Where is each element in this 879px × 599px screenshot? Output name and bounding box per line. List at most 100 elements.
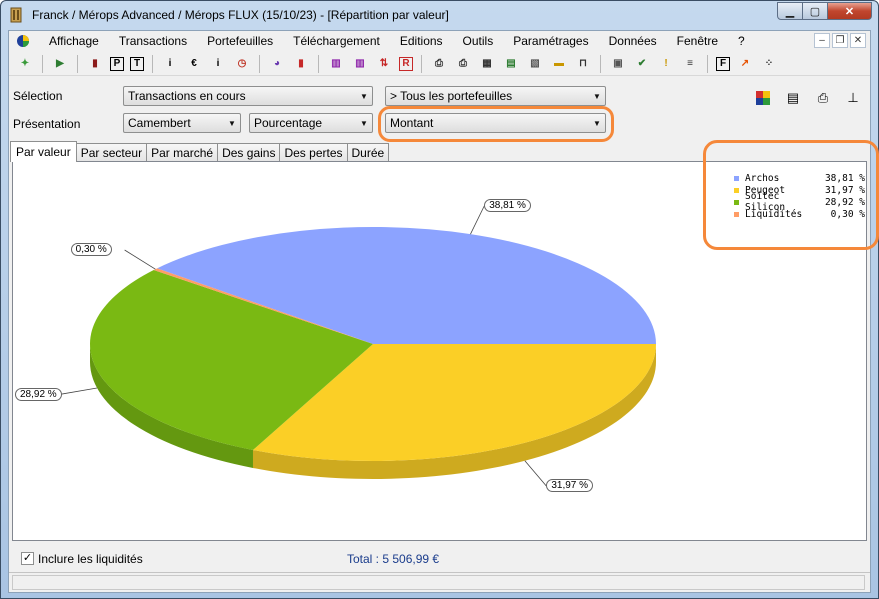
chart-panel: 38,81 % 31,97 % 28,92 % 0,30 % Archos 38,81 … bbox=[12, 140, 879, 541]
calc-icon[interactable]: ▣ bbox=[609, 55, 627, 73]
euro-icon[interactable]: € bbox=[185, 55, 203, 73]
chart-legend: Archos 38,81 % Peugeot 31,97 % Soitec Silico… bbox=[730, 172, 865, 220]
app-window: Franck / Mérops Advanced / Mérops FLUX (… bbox=[0, 0, 879, 599]
toolbar-separator bbox=[421, 54, 422, 73]
legend-swatch bbox=[734, 211, 739, 217]
pie-data-label: 0,30 % bbox=[70, 243, 112, 256]
total-amount: Total : 5 506,99 € bbox=[347, 552, 440, 566]
menu-item-3[interactable]: Téléchargement bbox=[283, 34, 390, 48]
legend-name: Archos bbox=[745, 172, 780, 184]
table-icon[interactable]: ▦ bbox=[478, 55, 496, 73]
check-icon[interactable]: ✔ bbox=[633, 55, 651, 73]
print-icon[interactable]: ⎙ bbox=[814, 89, 832, 107]
chart-type-select[interactable]: Camembert ▼ bbox=[123, 113, 241, 133]
updown-icon[interactable]: ⇅ bbox=[375, 55, 393, 73]
ruler-icon[interactable]: ▬ bbox=[550, 55, 568, 73]
legend-item: Archos 38,81 % bbox=[730, 172, 865, 184]
dots-icon[interactable]: ⁘ bbox=[760, 55, 778, 73]
pie-leader-line bbox=[58, 387, 98, 396]
menu-item-7[interactable]: Données bbox=[599, 34, 667, 48]
menu-item-8[interactable]: Fenêtre bbox=[667, 34, 728, 48]
mdi-minimize-button[interactable]: – bbox=[814, 33, 830, 48]
transactions-select[interactable]: Transactions en cours ▼ bbox=[123, 86, 373, 106]
image-icon[interactable]: ▧ bbox=[526, 55, 544, 73]
mdi-close-button[interactable]: ✕ bbox=[850, 33, 866, 48]
status-bar bbox=[9, 572, 870, 592]
title-bar[interactable]: Franck / Mérops Advanced / Mérops FLUX (… bbox=[1, 1, 878, 29]
selection-panel: Sélection Transactions en cours ▼ > Tous … bbox=[9, 81, 870, 142]
tab-1[interactable]: Par secteur bbox=[75, 143, 148, 162]
toolbar-separator bbox=[152, 54, 153, 73]
clock-icon[interactable]: ◷ bbox=[233, 55, 251, 73]
pie-icon[interactable]: ◕ bbox=[268, 55, 286, 73]
toolbar-separator bbox=[318, 54, 319, 73]
menu-item-9[interactable]: ? bbox=[728, 34, 755, 48]
chevron-down-icon: ▼ bbox=[228, 118, 236, 128]
detail-icon[interactable]: i bbox=[209, 55, 227, 73]
footer: ✓ Inclure les liquidités Total : 5 506,9… bbox=[9, 546, 870, 570]
toolbar-separator bbox=[77, 54, 78, 73]
annotation-highlight bbox=[378, 106, 614, 142]
presentation-label: Présentation bbox=[13, 117, 81, 131]
pie-data-label: 31,97 % bbox=[546, 479, 594, 493]
tab-0[interactable]: Par valeur bbox=[10, 141, 77, 162]
run-icon[interactable]: ▶ bbox=[51, 55, 69, 73]
mdi-restore-button[interactable]: ❐ bbox=[832, 33, 848, 48]
toolbar: ✦ ▶ ▮ P Ti € i ◷ ◕ ▮ ▥ ▥ ⇅ R ⎙ ⎙ ▦ ▤ ▧ ▬ ⊓ ▣ ✔! ≡ F ↗ ⁘ bbox=[9, 52, 870, 76]
tab-3[interactable]: Des gains bbox=[217, 143, 281, 162]
document-icon[interactable]: ▤ bbox=[784, 89, 802, 107]
legend-name: Liquidités bbox=[745, 208, 803, 220]
pie-leader-line bbox=[470, 205, 485, 235]
print2-icon[interactable]: ⎙ bbox=[454, 55, 472, 73]
chevron-down-icon: ▼ bbox=[360, 118, 368, 128]
maximize-button[interactable]: ▢ bbox=[803, 2, 828, 20]
menu-item-2[interactable]: Portefeuilles bbox=[197, 34, 283, 48]
list-icon[interactable]: ≡ bbox=[681, 55, 699, 73]
t-icon[interactable]: T bbox=[130, 56, 144, 71]
legend-value: 0,30 % bbox=[830, 208, 865, 220]
portfolio-select[interactable]: > Tous les portefeuilles ▼ bbox=[385, 86, 606, 106]
print-icon[interactable]: ⎙ bbox=[430, 55, 448, 73]
pie-leader-line bbox=[524, 460, 547, 487]
info-icon[interactable]: i bbox=[161, 55, 179, 73]
close-button[interactable]: ✕ bbox=[828, 2, 872, 20]
legend-value: 31,97 % bbox=[824, 184, 865, 196]
legend-swatch bbox=[734, 199, 739, 205]
book-icon[interactable]: ▮ bbox=[86, 55, 104, 73]
menu-item-0[interactable]: Affichage bbox=[39, 34, 109, 48]
menu-item-4[interactable]: Editions bbox=[390, 34, 453, 48]
include-cash-checkbox[interactable]: ✓ bbox=[21, 552, 34, 565]
pin-icon[interactable]: ⊥ bbox=[844, 89, 862, 107]
menu-item-5[interactable]: Outils bbox=[453, 34, 504, 48]
legend-value: 28,92 % bbox=[824, 196, 865, 208]
wizard-icon[interactable]: ✦ bbox=[16, 55, 34, 73]
bars-icon[interactable]: ▮ bbox=[292, 55, 310, 73]
menu-item-1[interactable]: Transactions bbox=[109, 34, 197, 48]
r-icon[interactable]: R bbox=[399, 56, 413, 71]
stock2-icon[interactable]: ▥ bbox=[351, 55, 369, 73]
toolbar-separator bbox=[42, 54, 43, 73]
grid-icon[interactable]: ▤ bbox=[502, 55, 520, 73]
menu-item-6[interactable]: Paramétrages bbox=[503, 34, 598, 48]
legend-value: 38,81 % bbox=[824, 172, 865, 184]
document-menu-icon[interactable] bbox=[15, 33, 31, 49]
status-pane bbox=[12, 575, 865, 590]
scale-icon[interactable]: ⊓ bbox=[574, 55, 592, 73]
toolbar-separator bbox=[707, 54, 708, 73]
display-mode-select[interactable]: Pourcentage ▼ bbox=[249, 113, 373, 133]
minimize-button[interactable]: ▁ bbox=[777, 2, 803, 20]
f-icon[interactable]: F bbox=[716, 56, 730, 71]
export-icon[interactable]: ↗ bbox=[736, 55, 754, 73]
tab-2[interactable]: Par marché bbox=[146, 143, 219, 162]
app-icon bbox=[8, 7, 24, 23]
stock-icon[interactable]: ▥ bbox=[327, 55, 345, 73]
p-icon[interactable]: P bbox=[110, 56, 124, 71]
tab-4[interactable]: Des pertes bbox=[279, 143, 348, 162]
color-legend-icon[interactable] bbox=[754, 89, 772, 107]
tab-5[interactable]: Durée bbox=[346, 143, 390, 162]
alert-icon[interactable]: ! bbox=[657, 55, 675, 73]
legend-item: Soitec Silicon 28,92 % bbox=[730, 191, 865, 213]
include-cash-label: Inclure les liquidités bbox=[38, 552, 143, 566]
toolbar-separator bbox=[259, 54, 260, 73]
legend-swatch bbox=[734, 175, 739, 181]
